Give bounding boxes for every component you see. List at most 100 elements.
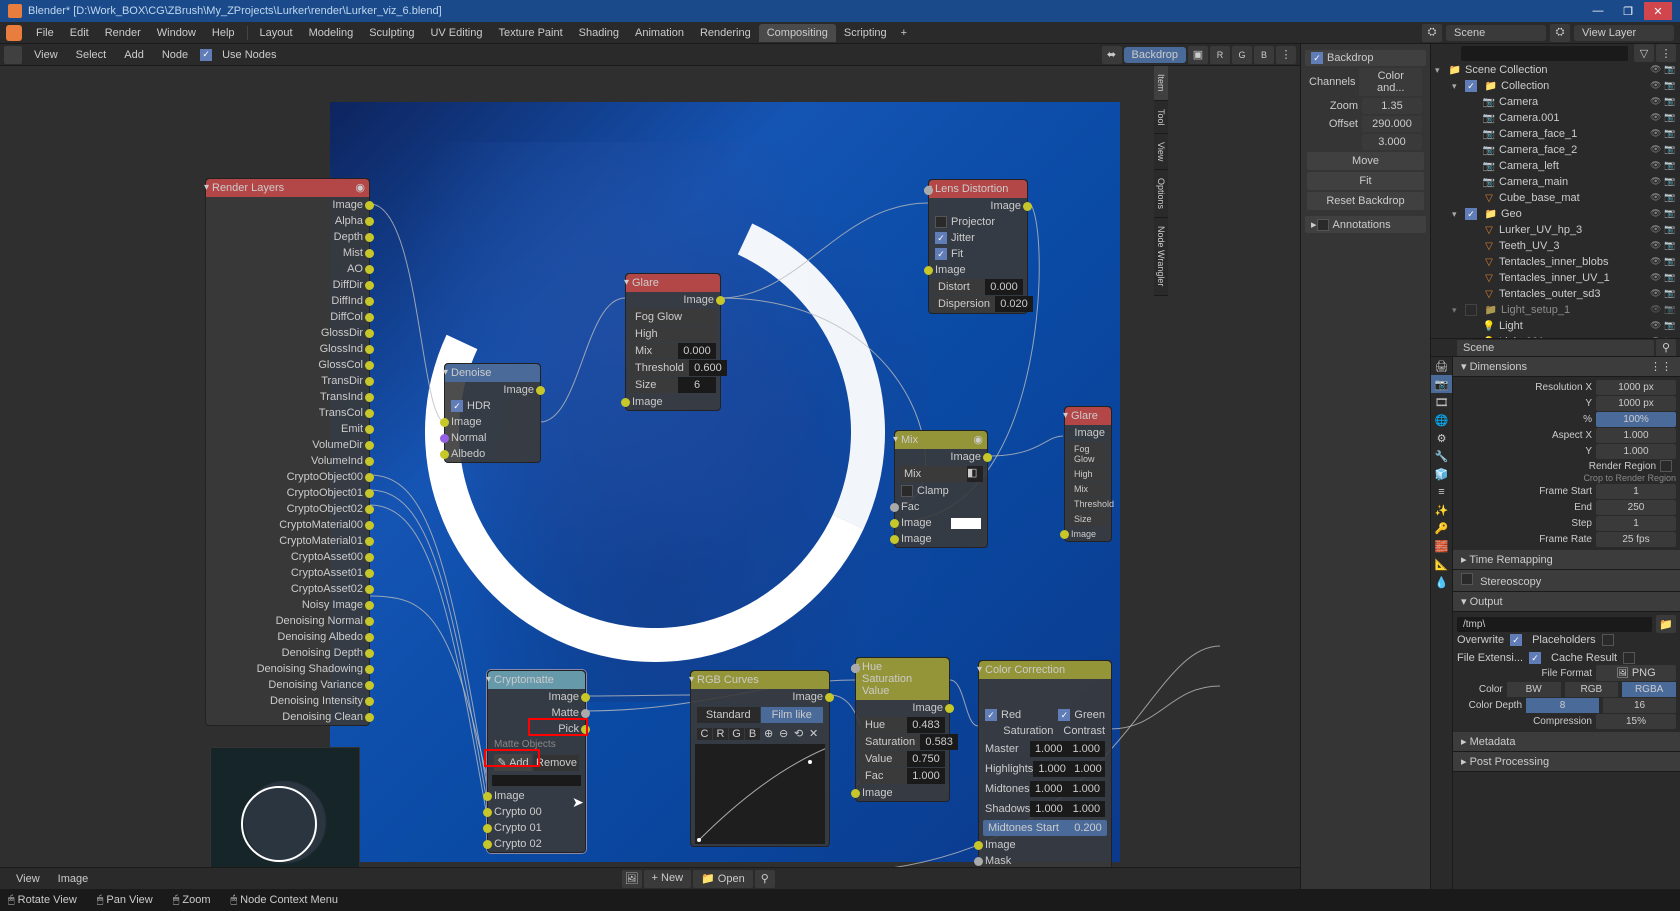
outliner-row-camera-001[interactable]: 📷Camera.001👁📷	[1431, 110, 1680, 126]
menu-file[interactable]: File	[28, 27, 62, 39]
props-tab-5[interactable]: 🔧	[1431, 447, 1452, 465]
props-tab-2[interactable]: 🎞	[1431, 393, 1452, 411]
backdrop-move-button[interactable]: Move	[1307, 152, 1424, 170]
ie-image[interactable]: Image	[52, 873, 95, 885]
image-open-button[interactable]: 📁 Open	[693, 870, 753, 888]
backdrop-section-header[interactable]: ✓Backdrop	[1305, 50, 1426, 66]
menu-help[interactable]: Help	[204, 27, 243, 39]
scene-selector[interactable]: Scene	[1446, 25, 1546, 41]
ne-select[interactable]: Select	[70, 49, 113, 61]
workspace-tab-sculpting[interactable]: Sculpting	[361, 24, 422, 42]
options-icon[interactable]: ⋮	[1276, 46, 1296, 64]
rgb-curves-node[interactable]: ▾RGB Curves Image StandardFilm like C R …	[690, 670, 830, 847]
outliner-row-camera_main[interactable]: 📷Camera_main👁📷	[1431, 174, 1680, 190]
outliner-row-geo[interactable]: ▾✓📁Geo👁📷	[1431, 206, 1680, 222]
glare-node-2[interactable]: ▾Glare Image Fog Glow High Mix Threshold…	[1064, 406, 1112, 542]
workspace-tab-texture-paint[interactable]: Texture Paint	[490, 24, 570, 42]
ie-view[interactable]: View	[10, 873, 46, 885]
menu-edit[interactable]: Edit	[62, 27, 97, 39]
outliner-row-tentacles_inner_blobs[interactable]: ▽Tentacles_inner_blobs👁📷	[1431, 254, 1680, 270]
annotations-section-header[interactable]: ▸ Annotations	[1305, 216, 1426, 233]
snapping-icon[interactable]: ▣	[1188, 46, 1208, 64]
backdrop-toggle[interactable]: Backdrop	[1124, 47, 1186, 63]
outliner-row-lurker_uv_hp_3[interactable]: ▽Lurker_UV_hp_3👁📷	[1431, 222, 1680, 238]
viewlayer-selector[interactable]: View Layer	[1574, 25, 1674, 41]
npanel-tab-node-wrangler[interactable]: Node Wrangler	[1154, 218, 1168, 295]
props-tab-10[interactable]: 🧱	[1431, 537, 1452, 555]
compositor-editor[interactable]: View Select Add Node ✓ Use Nodes ⬌ Backd…	[0, 44, 1300, 889]
output-header[interactable]: ▾ Output	[1453, 592, 1680, 612]
menu-render[interactable]: Render	[97, 27, 149, 39]
stereo-header[interactable]: Stereoscopy	[1453, 570, 1680, 592]
backdrop-fit-button[interactable]: Fit	[1307, 172, 1424, 190]
hsv-node[interactable]: ▾Hue Saturation Value Image Hue0.483 Sat…	[855, 657, 950, 802]
props-tab-6[interactable]: 🧊	[1431, 465, 1452, 483]
props-tab-0[interactable]: 🖨	[1431, 357, 1452, 375]
props-tab-9[interactable]: 🔑	[1431, 519, 1452, 537]
image-browse-icon[interactable]: 🖼	[622, 870, 642, 888]
outliner-row-collection[interactable]: ▾✓📁Collection👁📷	[1431, 78, 1680, 94]
outliner-row-camera[interactable]: 📷Camera👁📷	[1431, 94, 1680, 110]
image-new-button[interactable]: + New	[644, 870, 692, 888]
workspace-add-button[interactable]: +	[895, 24, 913, 42]
props-tab-3[interactable]: 🌐	[1431, 411, 1452, 429]
cryptomatte-node[interactable]: ▾Cryptomatte Image Matte Pick Matte Obje…	[487, 670, 586, 853]
outliner-search[interactable]	[1461, 46, 1628, 61]
metadata-header[interactable]: ▸ Metadata	[1453, 732, 1680, 752]
outliner-row-tentacles_outer_sd3[interactable]: ▽Tentacles_outer_sd3👁📷	[1431, 286, 1680, 302]
color-correction-node[interactable]: ▾Color Correction ✓Red✓Green SaturationC…	[978, 660, 1112, 870]
props-tab-12[interactable]: 💧	[1431, 573, 1452, 591]
npanel-tab-item[interactable]: Item	[1154, 66, 1168, 101]
ne-node[interactable]: Node	[156, 49, 194, 61]
close-button[interactable]: ✕	[1644, 2, 1672, 20]
render-layers-node[interactable]: ▾Render Layers◉ ImageAlphaDepthMistAODif…	[205, 178, 370, 726]
workspace-tab-scripting[interactable]: Scripting	[836, 24, 895, 42]
layer-browse-icon[interactable]: ⛭	[1550, 24, 1570, 42]
props-tab-1[interactable]: 📷	[1431, 375, 1452, 393]
restore-button[interactable]: ❐	[1614, 2, 1642, 20]
compositor-canvas[interactable]: ▾Render Layers◉ ImageAlphaDepthMistAODif…	[0, 66, 1300, 889]
outliner-row-light_setup_1[interactable]: ▾📁Light_setup_1👁📷	[1431, 302, 1680, 318]
dimensions-header[interactable]: ▾ Dimensions⋮⋮	[1453, 357, 1680, 377]
lens-distortion-node[interactable]: ▾Lens Distortion Image Projector ✓Jitter…	[928, 179, 1028, 314]
outliner-row-teeth_uv_3[interactable]: ▽Teeth_UV_3👁📷	[1431, 238, 1680, 254]
editor-type-selector[interactable]	[4, 46, 22, 64]
outliner-row-cube_base_mat[interactable]: ▽Cube_base_mat👁📷	[1431, 190, 1680, 206]
curve-widget[interactable]	[695, 744, 825, 844]
mix-node[interactable]: ▾Mix◉ Image Mix◧ Clamp Fac Image Image	[894, 430, 988, 548]
outliner-row-camera_face_2[interactable]: 📷Camera_face_2👁📷	[1431, 142, 1680, 158]
ne-add[interactable]: Add	[118, 49, 150, 61]
workspace-tab-shading[interactable]: Shading	[571, 24, 627, 42]
use-nodes-checkbox[interactable]: ✓	[200, 49, 212, 61]
ne-view[interactable]: View	[28, 49, 64, 61]
pin-icon[interactable]: ⬌	[1102, 46, 1122, 64]
image-pin-icon[interactable]: ⚲	[755, 870, 775, 888]
props-pin-icon[interactable]: ⚲	[1656, 339, 1676, 357]
menu-window[interactable]: Window	[149, 27, 204, 39]
time-remap-header[interactable]: ▸ Time Remapping	[1453, 550, 1680, 570]
channel-b-icon[interactable]: B	[1254, 46, 1274, 64]
workspace-tab-compositing[interactable]: Compositing	[759, 24, 836, 42]
backdrop-reset-button[interactable]: Reset Backdrop	[1307, 192, 1424, 210]
cryptomatte-remove-button[interactable]: Remove	[534, 755, 579, 771]
outliner-new-icon[interactable]: ⋮	[1656, 44, 1676, 62]
outliner-row-camera_left[interactable]: 📷Camera_left👁📷	[1431, 158, 1680, 174]
outliner-row-tentacles_inner_uv_1[interactable]: ▽Tentacles_inner_UV_1👁📷	[1431, 270, 1680, 286]
denoise-node[interactable]: ▾Denoise Image ✓HDR Image Normal Albedo	[444, 363, 541, 463]
props-tab-11[interactable]: 📐	[1431, 555, 1452, 573]
workspace-tab-modeling[interactable]: Modeling	[301, 24, 362, 42]
props-tab-4[interactable]: ⚙	[1431, 429, 1452, 447]
outliner-filter-icon[interactable]: ▽	[1634, 44, 1654, 62]
npanel-tab-view[interactable]: View	[1154, 134, 1168, 170]
glare-node[interactable]: ▾Glare Image Fog Glow High Mix0.000 Thre…	[625, 273, 721, 411]
hdr-checkbox[interactable]: ✓	[451, 400, 463, 412]
npanel-tab-tool[interactable]: Tool	[1154, 101, 1168, 135]
workspace-tab-layout[interactable]: Layout	[252, 24, 301, 42]
workspace-tab-uv-editing[interactable]: UV Editing	[422, 24, 490, 42]
outliner-row-scene-collection[interactable]: ▾📁Scene Collection👁📷	[1431, 62, 1680, 78]
output-folder-icon[interactable]: 📁	[1656, 615, 1676, 633]
scene-browse-icon[interactable]: ⛭	[1422, 24, 1442, 42]
channel-r-icon[interactable]: R	[1210, 46, 1230, 64]
props-tab-7[interactable]: ≡	[1431, 483, 1452, 501]
npanel-tab-options[interactable]: Options	[1154, 170, 1168, 218]
